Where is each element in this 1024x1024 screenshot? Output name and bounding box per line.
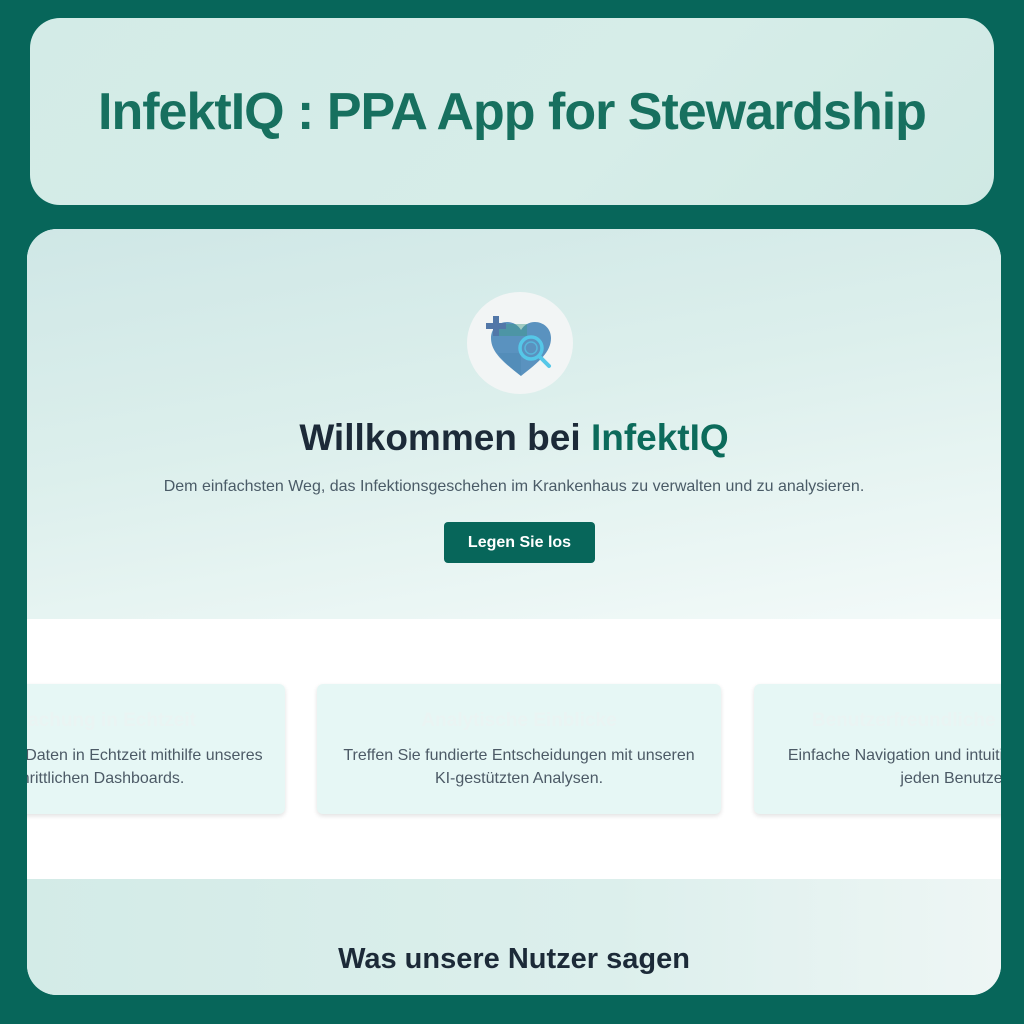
feature-description: Treffen Sie fundierte Entscheidungen mit… [343,747,695,787]
feature-title: Benutzerfreundliche Oberfläche [811,710,1001,731]
testimonials-heading: Was unsere Nutzer sagen [338,943,690,975]
welcome-brand: InfektIQ [590,417,729,458]
main-content[interactable]: Willkommen bei InfektIQ Dem einfachsten … [27,229,1001,995]
welcome-heading: Willkommen bei InfektIQ [27,417,1001,459]
feature-description: Überwachen Sie Daten in Echtzeit mithilf… [27,747,263,787]
feature-description: Einfache Navigation und intuitive Bedien… [787,747,1001,787]
feature-title: Überwachung in Echtzeit [27,710,196,731]
testimonials-section: Was unsere Nutzer sagen [27,879,1001,995]
page-title: InfektIQ : PPA App for Stewardship [98,82,927,141]
feature-title: Analytische Einblicke [421,710,617,731]
heart-magnifier-cross-logo-icon [486,316,551,376]
get-started-button[interactable]: Legen Sie los [444,522,595,563]
feature-card-usability: Benutzerfreundliche Oberfläche Einfache … [754,684,1001,814]
app-logo [467,292,573,394]
hero-subtitle: Dem einfachsten Weg, das Infektionsgesch… [163,478,865,495]
feature-card-realtime: Überwachung in Echtzeit Überwachen Sie D… [27,684,285,814]
features-section: Überwachung in Echtzeit Überwachen Sie D… [27,619,1001,879]
feature-card-analytics: Analytische Einblicke Treffen Sie fundie… [317,684,721,814]
page-header: InfektIQ : PPA App for Stewardship [30,18,994,205]
hero-section: Willkommen bei InfektIQ Dem einfachsten … [27,229,1001,619]
welcome-prefix: Willkommen bei [299,417,591,458]
